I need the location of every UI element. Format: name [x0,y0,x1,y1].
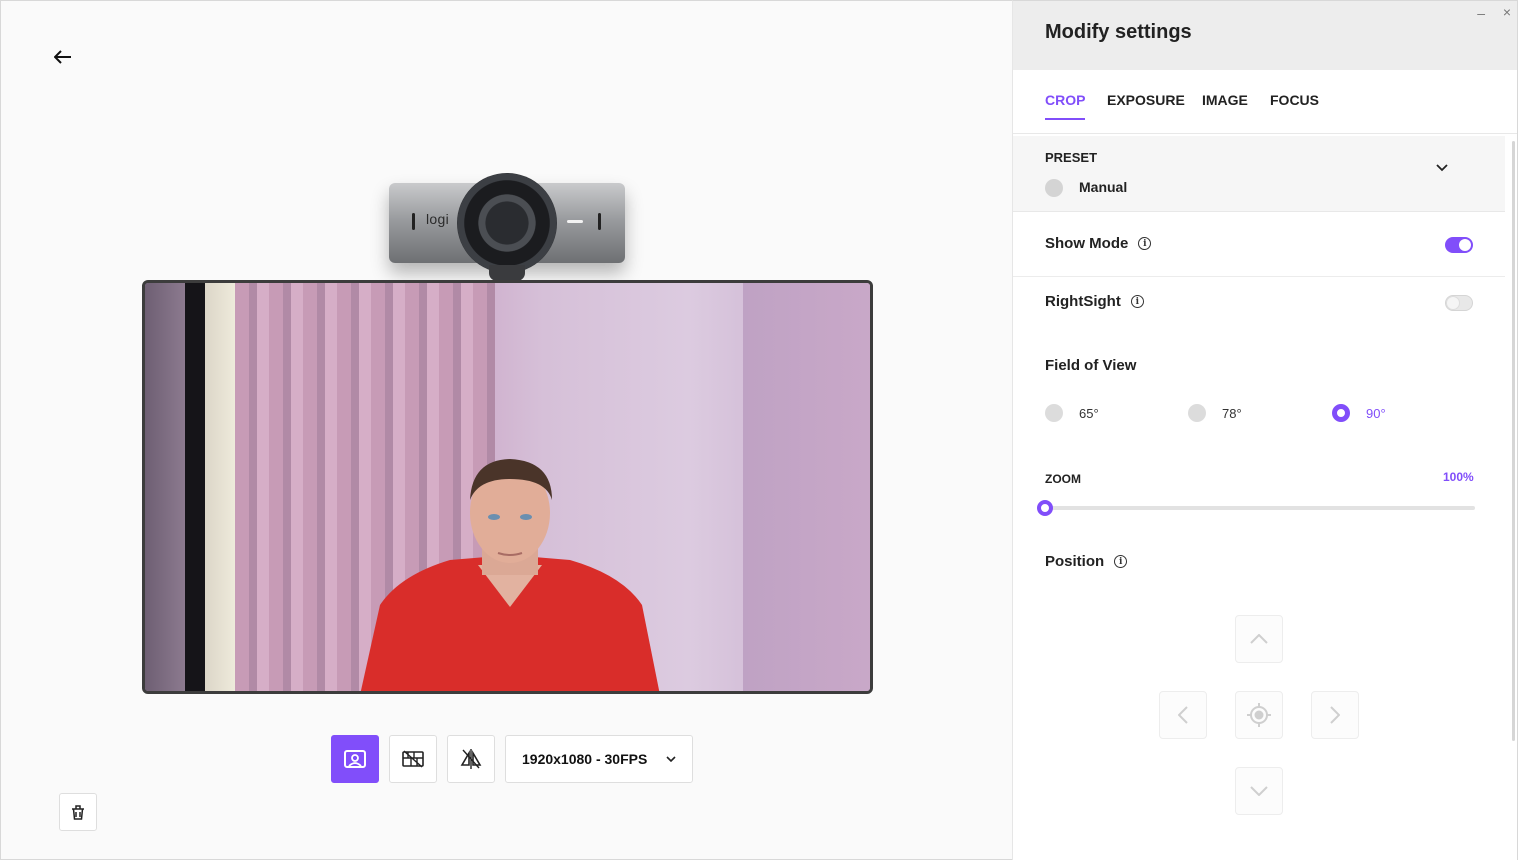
chevron-down-icon [1250,786,1268,796]
preset-value: Manual [1079,179,1128,195]
position-label-row: Position i [1045,553,1128,570]
resolution-select[interactable]: 1920x1080 - 30FPS [505,735,693,783]
pan-left-button[interactable] [1159,691,1207,739]
rightsight-label: RightSight [1045,293,1121,310]
show-mode-row: Show Mode i [1013,213,1505,277]
settings-title: Modify settings [1045,21,1192,43]
preview-toolbar: 1920x1080 - 30FPS [331,735,693,783]
rightsight-row: RightSight i [1013,277,1505,341]
privacy-shutter-button[interactable] [389,735,437,783]
auto-frame-icon [344,750,366,768]
radio[interactable] [1045,404,1063,422]
fov-option-label: 78° [1222,405,1242,421]
chevron-down-icon [666,756,676,762]
show-mode-label: Show Mode [1045,235,1129,252]
chevron-left-icon [1178,706,1188,724]
zoom-label: ZOOM [1045,472,1081,486]
pan-down-button[interactable] [1235,767,1283,815]
chevron-down-icon [1436,164,1448,172]
minimize-button[interactable]: – [1477,5,1485,21]
field-of-view-label: Field of View [1045,357,1137,374]
tab-image[interactable]: IMAGE [1202,92,1248,118]
settings-panel: Modify settings – × CROP EXPOSURE IMAGE … [1012,0,1518,860]
recenter-button[interactable] [1235,691,1283,739]
settings-header: Modify settings – × [1013,1,1517,70]
preset-dropdown[interactable]: PRESET Manual [1013,136,1505,212]
mirror-icon [460,749,482,769]
fov-option-90[interactable]: 90° [1332,404,1386,422]
tab-exposure[interactable]: EXPOSURE [1107,92,1185,118]
trash-icon [72,805,84,820]
preset-indicator [1045,179,1063,197]
camera-preview [142,280,873,694]
webcam-illustration: logi [389,173,627,281]
info-icon[interactable]: i [1114,555,1128,568]
info-icon[interactable]: i [1130,295,1144,308]
zoom-value: 100% [1443,470,1474,484]
radio[interactable] [1188,404,1206,422]
radio-selected[interactable] [1332,404,1350,422]
close-button[interactable]: × [1503,4,1511,20]
crosshair-icon [1247,703,1271,727]
tab-focus[interactable]: FOCUS [1270,92,1319,118]
fov-option-label: 65° [1079,405,1099,421]
arrow-left-icon [54,50,71,64]
webcam-logo: logi [426,211,449,227]
delete-button[interactable] [59,793,97,831]
privacy-shutter-icon [402,750,424,768]
resolution-value: 1920x1080 - 30FPS [522,751,648,767]
scrollbar[interactable] [1512,141,1515,741]
show-mode-toggle[interactable] [1445,237,1473,253]
tab-crop[interactable]: CROP [1045,92,1086,120]
fov-option-78[interactable]: 78° [1188,404,1242,422]
mirror-button[interactable] [447,735,495,783]
pan-right-button[interactable] [1311,691,1359,739]
zoom-slider-thumb[interactable] [1037,500,1053,516]
person-image [360,459,660,691]
fov-option-label: 90° [1366,405,1386,421]
zoom-slider-track[interactable] [1045,506,1475,510]
auto-frame-button[interactable] [331,735,379,783]
chevron-up-icon [1250,634,1268,644]
webcam-lens [457,173,557,273]
fov-option-65[interactable]: 65° [1045,404,1099,422]
pan-up-button[interactable] [1235,615,1283,663]
preset-label: PRESET [1045,150,1098,165]
info-icon[interactable]: i [1138,237,1152,250]
preview-pane: logi 1920x1080 - 30FPS [0,0,1012,860]
position-label: Position [1045,553,1105,570]
chevron-right-icon [1330,706,1340,724]
settings-tabs: CROP EXPOSURE IMAGE FOCUS [1013,70,1517,134]
back-button[interactable] [49,43,77,71]
rightsight-toggle[interactable] [1445,295,1473,311]
